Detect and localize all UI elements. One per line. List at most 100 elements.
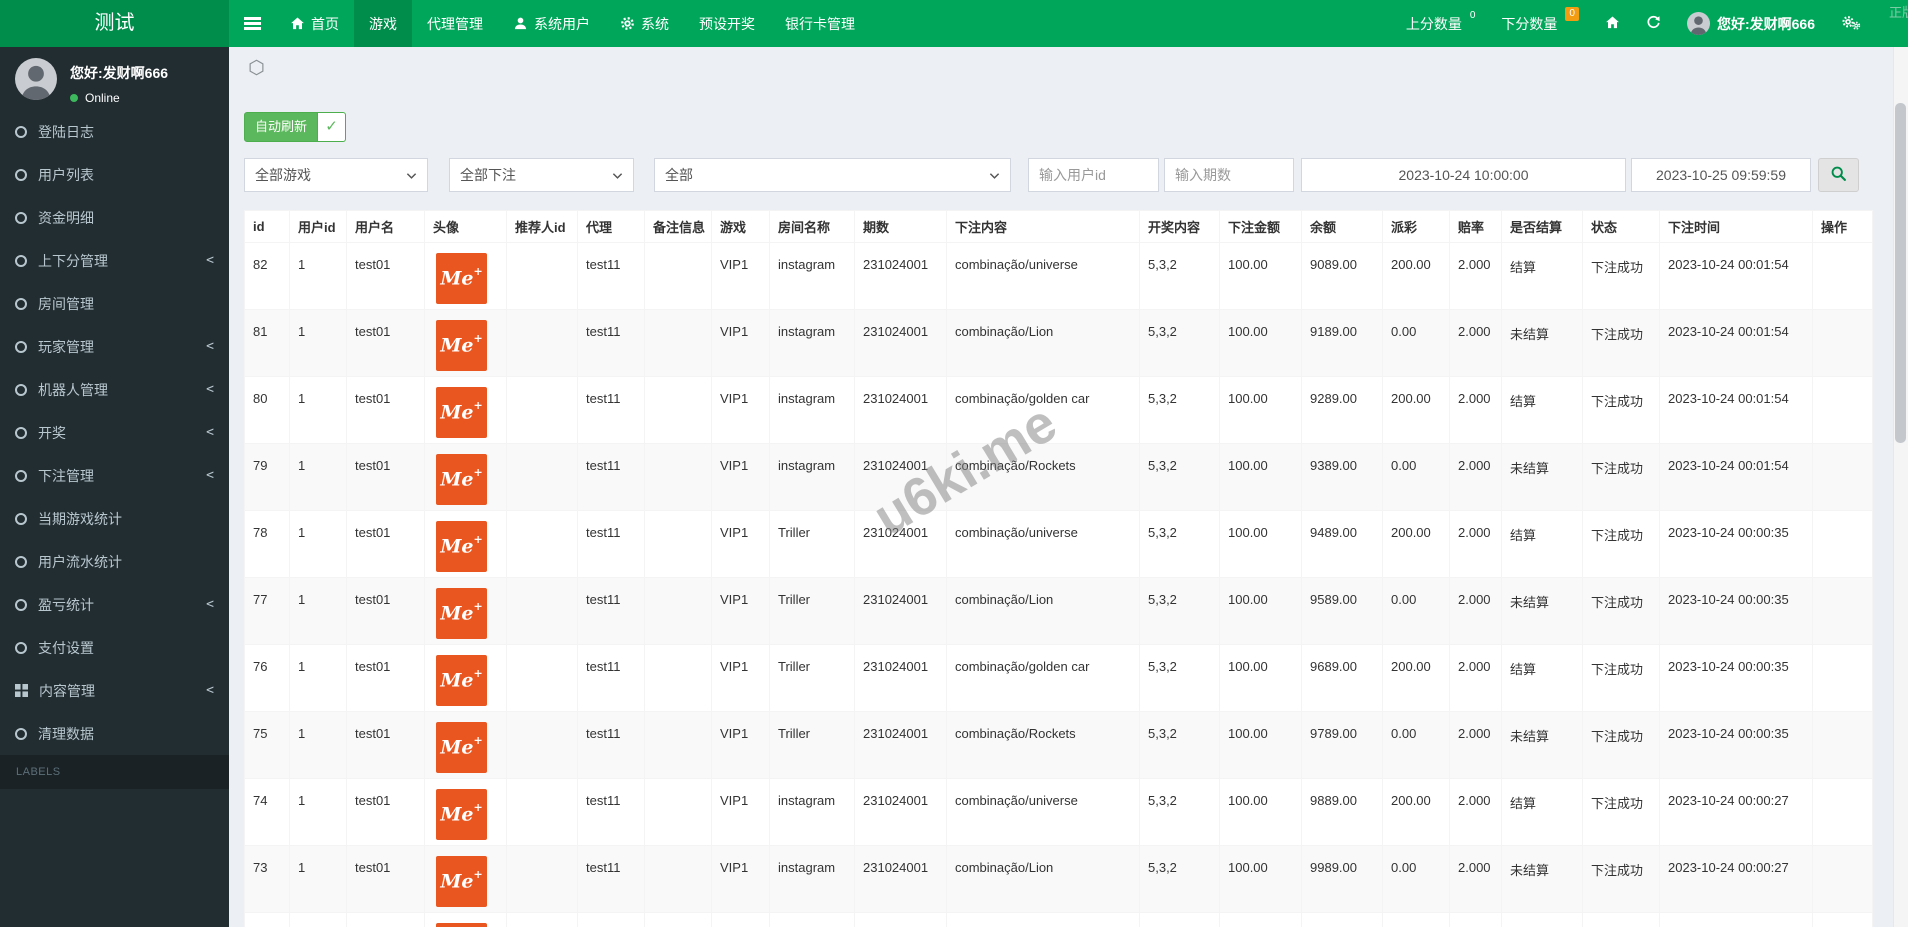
navbar-item-6[interactable]: 银行卡管理 <box>770 0 870 47</box>
cell-user_id: 1 <box>289 644 347 712</box>
cell-odds: 2.000 <box>1449 644 1502 712</box>
sidebar-item-10[interactable]: 用户流水统计 <box>0 540 229 583</box>
cell-game: VIP1 <box>711 912 770 927</box>
navbar-item-5[interactable]: 预设开奖 <box>684 0 770 47</box>
cell-settled: 未结算 <box>1501 443 1583 511</box>
cell-room: instagram <box>769 309 855 377</box>
top-navbar: 首页 游戏 代理管理 系统用户 系统 预设开奖 银行卡管理 上分数量 0 下分数量 0 您好:发… <box>229 0 1908 47</box>
settings-button[interactable] <box>1828 0 1874 47</box>
circle-icon <box>15 512 27 525</box>
column-header: 操作 <box>1812 210 1873 243</box>
sidebar-toggle-button[interactable] <box>229 0 275 47</box>
user-menu[interactable]: 您好:发财啊666 <box>1674 0 1828 47</box>
cell-settled: 未结算 <box>1501 845 1583 913</box>
down-score-button[interactable]: 下分数量 0 <box>1488 0 1592 47</box>
navbar-menu: 首页 游戏 代理管理 系统用户 系统 预设开奖 银行卡管理 <box>275 0 870 47</box>
user-avatar <box>1686 12 1710 35</box>
cell-bet_content: combinação/Lion <box>946 845 1140 913</box>
cell-remark <box>644 242 712 310</box>
cell-game: VIP1 <box>711 711 770 779</box>
cogs-icon <box>1841 15 1861 33</box>
cell-balance: 9589.00 <box>1301 577 1383 645</box>
sidebar-item-1[interactable]: 用户列表 <box>0 153 229 196</box>
cell-status: 下注成功 <box>1582 711 1660 779</box>
cell-status: 下注成功 <box>1582 242 1660 310</box>
sidebar-item-3[interactable]: 上下分管理 < <box>0 239 229 282</box>
sidebar-item-9[interactable]: 当期游戏统计 <box>0 497 229 540</box>
search-button[interactable] <box>1818 158 1859 192</box>
sidebar-item-5[interactable]: 玩家管理 < <box>0 325 229 368</box>
refresh-button[interactable] <box>1633 0 1674 47</box>
sidebar-item-6[interactable]: 机器人管理 < <box>0 368 229 411</box>
cell-settled: 结算 <box>1501 376 1583 444</box>
auto-refresh-toggle[interactable]: 自动刷新 ✓ <box>244 112 347 142</box>
home-button[interactable] <box>1592 0 1633 47</box>
cell-username: test01 <box>346 309 425 377</box>
chevron-left-icon: < <box>206 253 214 268</box>
navbar-item-2[interactable]: 代理管理 <box>412 0 498 47</box>
cell-action <box>1812 443 1873 511</box>
sidebar-menu: 登陆日志 用户列表 资金明细 上下分管理 < 房间管理 玩家管理 < 机器人管理 < 开奖 < 下注管理… <box>0 110 229 755</box>
cell-ref_id <box>506 510 578 578</box>
all-select[interactable]: 全部 <box>654 158 1011 192</box>
cell-balance: 9089.00 <box>1301 242 1383 310</box>
table-row: 78 1 test01 Me+ test11 VIP1 Triller 231024001 co… <box>244 510 1873 578</box>
navbar-item-4[interactable]: 系统 <box>605 0 684 47</box>
cell-action <box>1812 912 1873 927</box>
user-icon <box>513 16 528 31</box>
cell-odds: 2.000 <box>1449 376 1502 444</box>
chevron-left-icon: < <box>206 339 214 354</box>
sidebar-item-2[interactable]: 资金明细 <box>0 196 229 239</box>
navbar-item-label: 系统 <box>641 15 669 32</box>
home-icon <box>1605 15 1620 33</box>
game-select[interactable]: 全部游戏 <box>244 158 428 192</box>
sidebar-item-14[interactable]: 清理数据 <box>0 712 229 755</box>
cell-action <box>1812 376 1873 444</box>
cell-bet_amount: 100.00 <box>1219 510 1302 578</box>
cell-agent: test11 <box>577 644 645 712</box>
vertical-scrollbar-thumb[interactable] <box>1895 103 1906 443</box>
navbar-item-label: 游戏 <box>369 15 397 32</box>
cell-agent: test11 <box>577 912 645 927</box>
sidebar-item-label: 下注管理 <box>38 467 94 484</box>
column-header: 派彩 <box>1382 210 1450 243</box>
sidebar-item-4[interactable]: 房间管理 <box>0 282 229 325</box>
user-avatar-image: Me+ <box>436 387 487 438</box>
sidebar-item-label: 用户列表 <box>38 166 94 183</box>
cell-payout: 0.00 <box>1382 577 1450 645</box>
cell-remark <box>644 778 712 846</box>
cell-odds: 2.000 <box>1449 845 1502 913</box>
bet-type-select[interactable]: 全部下注 <box>449 158 634 192</box>
sidebar-item-8[interactable]: 下注管理 < <box>0 454 229 497</box>
cell-username: test01 <box>346 711 425 779</box>
sidebar-item-7[interactable]: 开奖 < <box>0 411 229 454</box>
sidebar-item-13[interactable]: 内容管理 < <box>0 669 229 712</box>
navbar-item-3[interactable]: 系统用户 <box>498 0 605 47</box>
user-avatar-image: Me+ <box>436 454 487 505</box>
date-to-input[interactable] <box>1631 158 1811 192</box>
cell-bet_time: 2023-10-24 00:01:54 <box>1659 376 1813 444</box>
cell-id: 74 <box>244 778 290 846</box>
cell-id: 82 <box>244 242 290 310</box>
main-content: 自动刷新 ✓ 全部游戏 全部下注 全部 id用户id用户名头像推荐人id代理备注… <box>229 47 1908 927</box>
table-row: 79 1 test01 Me+ test11 VIP1 instagram 231024001… <box>244 443 1873 511</box>
date-from-input[interactable] <box>1301 158 1626 192</box>
cell-balance: 9189.00 <box>1301 309 1383 377</box>
user-greeting: 您好:发财啊666 <box>1716 15 1815 32</box>
cell-username: test01 <box>346 242 425 310</box>
navbar-item-0[interactable]: 首页 <box>275 0 354 47</box>
cell-status: 下注成功 <box>1582 912 1660 927</box>
navbar-item-1[interactable]: 游戏 <box>354 0 412 47</box>
hexagon-icon[interactable] <box>248 59 265 81</box>
brand-logo[interactable]: 测试 <box>0 0 229 47</box>
sidebar-item-12[interactable]: 支付设置 <box>0 626 229 669</box>
sidebar-item-11[interactable]: 盈亏统计 < <box>0 583 229 626</box>
up-score-button[interactable]: 上分数量 0 <box>1393 0 1489 47</box>
user-id-input[interactable] <box>1028 158 1159 192</box>
cell-room: Triller <box>769 644 855 712</box>
cell-bet_time: 2023-10-24 00:00:35 <box>1659 711 1813 779</box>
cell-open_content: 5,3,2 <box>1139 778 1220 846</box>
sidebar-item-0[interactable]: 登陆日志 <box>0 110 229 153</box>
cell-open_content: 5,3,2 <box>1139 711 1220 779</box>
period-input[interactable] <box>1164 158 1294 192</box>
